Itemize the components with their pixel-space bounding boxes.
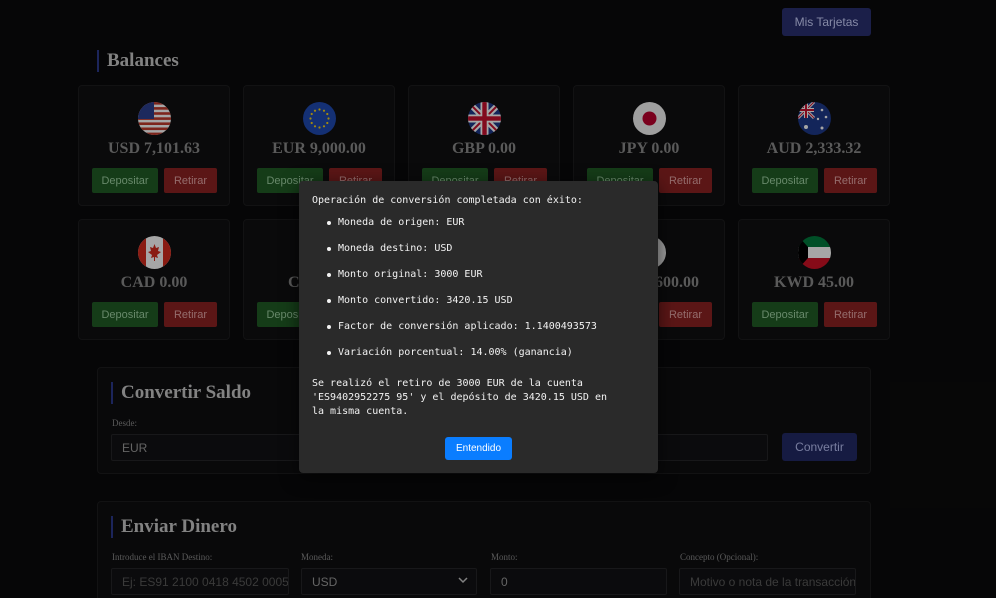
list-item: Monto original: 3000 EUR <box>325 268 645 294</box>
page-background: Mis Tarjetas Balances USD 7,101.63 Depos… <box>0 0 996 598</box>
list-item: Moneda de origen: EUR <box>325 216 645 242</box>
list-item: Factor de conversión aplicado: 1.1400493… <box>325 320 645 346</box>
dialog-summary: Se realizó el retiro de 3000 EUR de la c… <box>312 378 608 417</box>
list-item: Moneda destino: USD <box>325 242 645 268</box>
list-item: Monto convertido: 3420.15 USD <box>325 294 645 320</box>
conversion-details-list: Moneda de origen: EUR Moneda destino: US… <box>312 216 645 372</box>
dialog-title: Operación de conversión completada con é… <box>312 195 583 206</box>
conversion-success-dialog: Operación de conversión completada con é… <box>299 181 658 473</box>
understood-button[interactable]: Entendido <box>445 437 512 460</box>
list-item: Variación porcentual: 14.00% (ganancia) <box>325 346 645 372</box>
